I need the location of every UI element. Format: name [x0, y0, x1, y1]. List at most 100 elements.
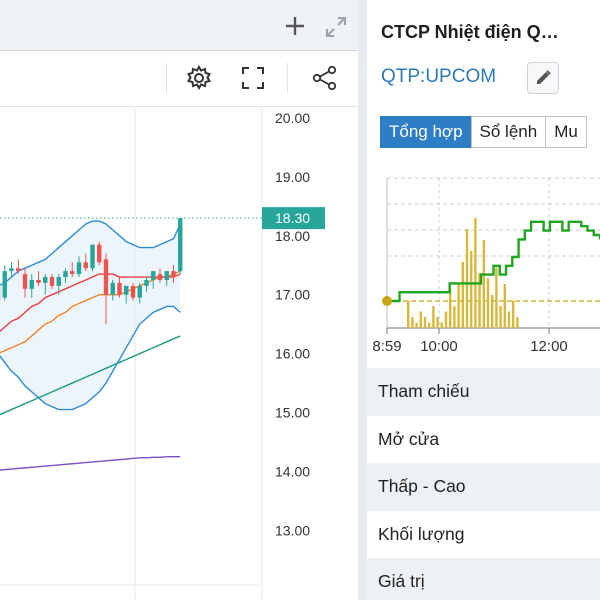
- volume-bar: [411, 317, 414, 328]
- gear-icon: [186, 64, 212, 91]
- price-axis-label: 20.00: [275, 110, 310, 126]
- candle-body: [110, 282, 115, 295]
- volume-bar: [507, 311, 511, 328]
- volume-bar: [415, 322, 418, 328]
- tab-summary[interactable]: Tổng hợp: [380, 116, 472, 148]
- volume-bar: [482, 240, 485, 328]
- candle-body: [49, 277, 55, 286]
- panel-divider[interactable]: [358, 0, 367, 600]
- candle-body: [151, 271, 156, 280]
- volume-bar: [423, 317, 427, 328]
- candle-body: [97, 244, 102, 263]
- candle-body: [2, 271, 7, 298]
- candle-body: [171, 271, 176, 278]
- price-axis-label: 17.00: [275, 287, 310, 303]
- plus-icon: [286, 17, 304, 35]
- candle-body: [178, 218, 183, 272]
- candle-body: [83, 262, 88, 269]
- volume-bar: [486, 278, 490, 328]
- company-title: CTCP Nhiệt điện Q…: [381, 22, 559, 42]
- row-low-high: Thấp - Cao: [367, 463, 600, 511]
- edit-symbol-button[interactable]: [527, 62, 559, 94]
- price-line: [387, 220, 600, 303]
- last-price-value: 18.30: [275, 210, 310, 226]
- candle-down: [97, 241, 102, 266]
- candle-body: [9, 268, 14, 272]
- candle-body: [29, 279, 34, 289]
- candle-body: [137, 285, 142, 298]
- volume-bar: [419, 311, 422, 328]
- volume-bar: [407, 300, 410, 328]
- open-price-marker: [382, 296, 392, 306]
- price-chart[interactable]: 20.00 19.00 18.00 17.00 16.00 15.00 14.00 13.00…: [0, 107, 358, 600]
- candle-up: [2, 265, 7, 301]
- chart-toolbar: [0, 51, 358, 107]
- intraday-chart[interactable]: 8:59 10:00 12:00: [367, 160, 600, 365]
- bollinger-band-fill: [0, 221, 181, 410]
- mini-x-label: 10:00: [420, 338, 458, 355]
- candle-body: [22, 274, 28, 289]
- volume-bar: [449, 289, 452, 328]
- candle-body: [70, 271, 75, 275]
- quote-panel: CTCP Nhiệt điện Q… QTP:UPCOM Tổng hợp Sổ…: [367, 0, 600, 600]
- volume-bar: [461, 262, 464, 328]
- price-axis-label: 18.00: [275, 228, 310, 244]
- volume-bar: [436, 317, 439, 328]
- volume-bar: [465, 229, 469, 328]
- volume-bar: [444, 311, 448, 328]
- row-volume: Khối lượng: [367, 510, 600, 558]
- mini-x-label: 12:00: [530, 338, 568, 355]
- candle-body: [76, 262, 82, 275]
- mini-x-label: 8:59: [372, 338, 401, 355]
- volume-bar: [470, 251, 473, 328]
- tab-more[interactable]: Mu: [545, 116, 587, 148]
- volume-bar: [428, 322, 431, 328]
- add-button[interactable]: [283, 14, 307, 38]
- candle-body: [16, 268, 21, 272]
- expand-button[interactable]: [323, 14, 349, 40]
- price-axis-label: 19.00: [275, 169, 310, 185]
- price-axis-label: 13.00: [275, 522, 310, 538]
- pencil-icon: [537, 70, 551, 84]
- candle-body: [124, 285, 129, 295]
- candle-body: [63, 271, 68, 278]
- candle-body: [103, 259, 109, 295]
- fullscreen-icon: [242, 67, 264, 89]
- volume-bar: [457, 284, 460, 328]
- candle-up: [90, 244, 95, 272]
- candle-body: [117, 282, 122, 295]
- candle-body: [36, 279, 41, 283]
- share-button[interactable]: [310, 63, 340, 93]
- volume-bar: [495, 267, 498, 328]
- volume-bar: [474, 218, 477, 328]
- volume-bar: [512, 300, 515, 328]
- candle-body: [130, 285, 136, 298]
- ticker-symbol[interactable]: QTP:UPCOM: [381, 66, 496, 88]
- volume-bar: [516, 317, 519, 328]
- volume-bar: [440, 322, 443, 328]
- expand-icon: [326, 17, 346, 37]
- tab-order-book[interactable]: Sổ lệnh: [470, 116, 547, 148]
- toolbar-divider: [287, 63, 288, 93]
- chart-panel: 20.00 19.00 18.00 17.00 16.00 15.00 14.00 13.00…: [0, 0, 358, 600]
- candle-up: [178, 218, 183, 275]
- row-value: Giá trị: [367, 558, 600, 600]
- volume-bar: [432, 306, 435, 328]
- candle-body: [90, 244, 95, 269]
- chart-header-bar: [0, 0, 358, 51]
- candle-body: [164, 271, 169, 280]
- volume-bar: [453, 306, 456, 328]
- share-icon: [312, 65, 337, 91]
- price-axis-label: 16.00: [275, 346, 310, 362]
- ma-long-line: [0, 455, 181, 471]
- settings-button[interactable]: [184, 63, 214, 93]
- price-axis-label: 14.00: [275, 463, 310, 479]
- row-reference-price: Tham chiếu: [367, 368, 600, 416]
- candle-body: [157, 274, 163, 280]
- row-open-price: Mở cửa: [367, 415, 600, 463]
- quote-info-list: Tham chiếu Mở cửa Thấp - Cao Khối lượng …: [367, 368, 600, 600]
- last-price-tag: 18.30: [262, 207, 325, 230]
- fullscreen-button[interactable]: [238, 63, 268, 93]
- quote-tabs: Tổng hợp Sổ lệnh Mu: [380, 116, 587, 148]
- candle-body: [56, 277, 61, 286]
